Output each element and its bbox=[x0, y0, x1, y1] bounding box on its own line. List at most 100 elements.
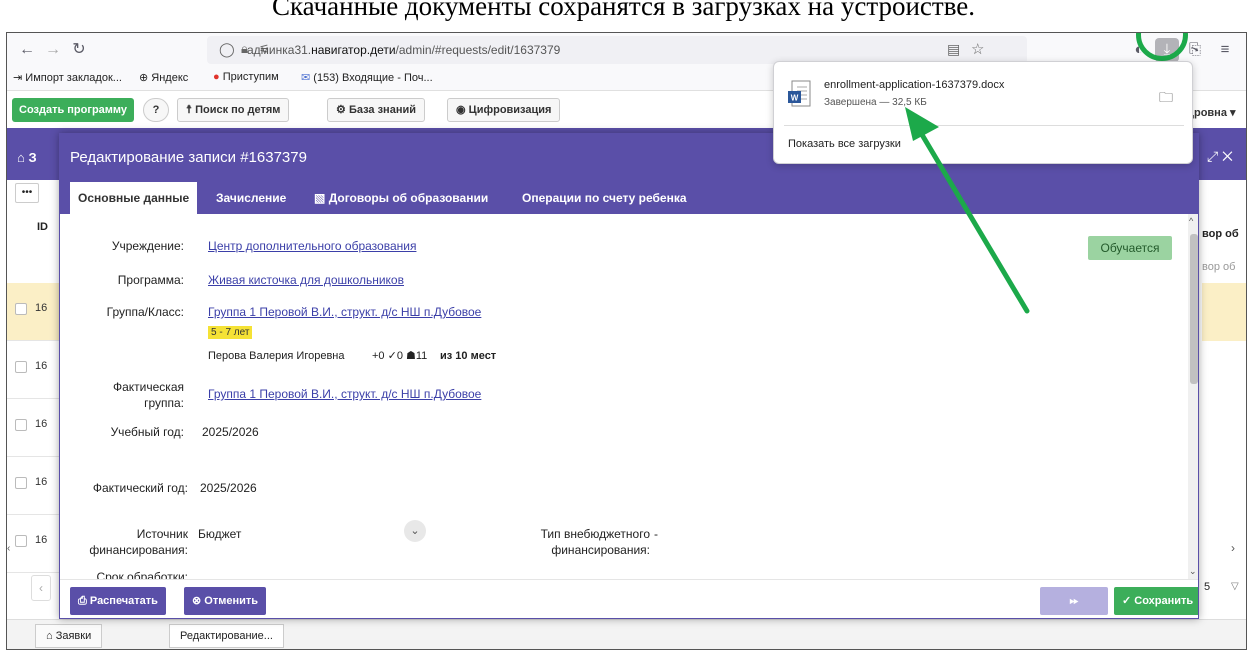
id-column-header: ID bbox=[37, 221, 48, 233]
contract-column-header: вор об bbox=[1202, 228, 1239, 240]
knowledge-base-button[interactable]: ⚙ База знаний bbox=[327, 98, 425, 122]
editing-tab[interactable]: Редактирование... bbox=[169, 624, 284, 648]
bottom-taskbar: ⌂ Заявки Редактирование... bbox=[7, 619, 1246, 649]
table-row[interactable]: 16 bbox=[7, 457, 67, 515]
shield-icon: ◯ bbox=[219, 41, 235, 57]
row-id: 16 bbox=[35, 418, 48, 430]
table-row[interactable]: 16 bbox=[7, 283, 67, 341]
bookmark-mail[interactable]: ✉ (153) Входящие - Поч... bbox=[301, 71, 433, 84]
search-children-button[interactable]: ☨ Поиск по детям bbox=[177, 98, 290, 122]
background-page-title: ⌂ З bbox=[17, 150, 37, 165]
pdf-icon: ▧ bbox=[314, 191, 326, 205]
group-link[interactable]: Группа 1 Перовой В.И., структ. д/с НШ п.… bbox=[208, 304, 481, 320]
printer-icon: ⎙ bbox=[78, 595, 87, 607]
downloads-divider bbox=[784, 125, 1184, 126]
digitalization-button[interactable]: ◉ Цифровизация bbox=[447, 98, 561, 122]
actual-group-label: Фактическая группа: bbox=[113, 380, 184, 410]
actual-group-link[interactable]: Группа 1 Перовой В.И., структ. д/с НШ п.… bbox=[208, 386, 481, 402]
knowledge-icon: ⚙ bbox=[336, 104, 346, 116]
funding-dropdown-icon[interactable]: ⌄ bbox=[404, 520, 426, 542]
tab-account-operations[interactable]: Операции по счету ребенка bbox=[514, 182, 695, 214]
table-row[interactable]: 16 bbox=[7, 341, 67, 399]
person-icon: ☨ bbox=[186, 104, 192, 116]
row-checkbox[interactable] bbox=[15, 419, 27, 431]
reader-view-icon[interactable]: ▤ bbox=[947, 41, 960, 58]
create-program-button[interactable]: Создать программу bbox=[12, 98, 135, 122]
study-year-value: 2025/2026 bbox=[202, 425, 259, 439]
cancel-button[interactable]: ⊗ Отменить bbox=[184, 587, 267, 615]
tab-main-data[interactable]: Основные данные bbox=[70, 182, 198, 214]
program-link[interactable]: Живая кисточка для дошкольников bbox=[208, 272, 404, 288]
next-step-button[interactable]: ⏩︎ bbox=[1040, 587, 1108, 615]
extra-funding-label: Тип внебюджетного финансирования: bbox=[540, 527, 650, 557]
word-document-icon: W bbox=[788, 80, 811, 107]
processing-label: Срок обработки: bbox=[96, 570, 188, 579]
row-checkbox[interactable] bbox=[15, 303, 27, 315]
row-checkbox[interactable] bbox=[15, 361, 27, 373]
group-label: Группа/Класс: bbox=[106, 305, 184, 319]
requests-tab[interactable]: ⌂ Заявки bbox=[35, 624, 103, 648]
tab-contracts[interactable]: ▧ Договоры об образовании bbox=[306, 182, 496, 214]
downloads-panel: W enrollment-application-1637379.docx За… bbox=[773, 61, 1193, 164]
folder-icon[interactable]: 🗀 bbox=[1159, 87, 1173, 111]
scroll-right-icon[interactable]: › bbox=[1231, 541, 1235, 555]
row-id: 16 bbox=[35, 476, 48, 488]
row-id: 16 bbox=[35, 360, 48, 372]
svg-text:W: W bbox=[791, 94, 799, 103]
institution-label: Учреждение: bbox=[111, 239, 184, 253]
status-badge[interactable]: Обучается bbox=[1088, 236, 1172, 260]
row-id: 16 bbox=[35, 534, 48, 546]
contract-column-filter[interactable]: вор об bbox=[1202, 261, 1235, 273]
check-icon: ✓ bbox=[1122, 595, 1132, 607]
help-button[interactable]: ? bbox=[143, 98, 169, 122]
bookmark-import[interactable]: ⇥ Импорт закладок... bbox=[13, 71, 122, 84]
reload-icon[interactable]: ↻ bbox=[67, 38, 91, 62]
table-row[interactable]: 16 bbox=[7, 399, 67, 457]
modal-footer: ⎙ Распечатать ⊗ Отменить ⏩︎ ✓ Сохранить bbox=[60, 579, 1198, 618]
edit-record-modal: Редактирование записи #1637379 Основные … bbox=[59, 133, 1199, 619]
fast-forward-icon: ⏩︎ bbox=[1069, 595, 1079, 607]
bookmark-star-icon[interactable]: ☆ bbox=[971, 40, 984, 58]
extra-funding-value: - bbox=[654, 527, 658, 541]
bookmark-yandex[interactable]: ⊕ Яндекс bbox=[139, 71, 188, 84]
menu-icon[interactable]: ≡ bbox=[1213, 38, 1237, 62]
page-number[interactable]: 5 bbox=[1204, 581, 1210, 593]
group-stats: +0 ✓0 ☗11 bbox=[372, 350, 428, 362]
actual-year-label: Фактический год: bbox=[92, 481, 188, 495]
row-checkbox[interactable] bbox=[15, 477, 27, 489]
download-file-name[interactable]: enrollment-application-1637379.docx bbox=[824, 79, 1004, 91]
prev-page-button[interactable]: ‹ bbox=[31, 575, 51, 601]
program-label: Программа: bbox=[117, 273, 184, 287]
page-size-dropdown-icon[interactable]: ▽ bbox=[1231, 581, 1239, 592]
actual-year-value: 2025/2026 bbox=[200, 481, 257, 495]
teacher-name: Перова Валерия Игоревна bbox=[208, 350, 345, 362]
modal-title: Редактирование записи #1637379 bbox=[70, 149, 307, 166]
save-button[interactable]: ✓ Сохранить bbox=[1114, 587, 1198, 615]
download-status: Завершена — 32,5 КБ bbox=[824, 97, 927, 108]
user-menu[interactable]: дровна ▾ bbox=[1187, 106, 1236, 119]
modal-scrollbar-thumb[interactable] bbox=[1190, 234, 1198, 384]
row-id: 16 bbox=[35, 302, 48, 314]
browser-window: ← → ↻ ◯ 🔒︎ ⚟ ▤ ☆ админка31.навигатор.дет… bbox=[6, 32, 1247, 650]
funding-value[interactable]: Бюджет bbox=[198, 526, 241, 542]
institution-link[interactable]: Центр дополнительного образования bbox=[208, 238, 416, 254]
more-options-icon[interactable]: ••• bbox=[15, 183, 39, 203]
forward-icon[interactable]: → bbox=[41, 38, 65, 62]
back-icon[interactable]: ← bbox=[15, 38, 39, 62]
tab-enrollment[interactable]: Зачисление bbox=[208, 182, 294, 214]
print-button[interactable]: ⎙ Распечатать bbox=[70, 587, 166, 615]
modal-body: Учреждение: Центр дополнительного образо… bbox=[60, 214, 1188, 579]
group-seats: из 10 мест bbox=[440, 350, 497, 362]
scroll-down-icon[interactable]: ⌄ bbox=[1189, 566, 1197, 577]
background-close-icon[interactable]: ⤢ ✕ bbox=[1207, 148, 1233, 165]
funding-label: Источник финансирования: bbox=[89, 527, 188, 557]
scroll-up-icon[interactable]: ^ bbox=[1189, 216, 1193, 226]
digitalization-icon: ◉ bbox=[456, 104, 466, 116]
bookmark-start[interactable]: ● Приступим bbox=[213, 71, 279, 83]
modal-tabs: Основные данные Зачисление ▧ Договоры об… bbox=[60, 182, 1198, 214]
instruction-caption: Скачанные документы сохранятся в загрузк… bbox=[271, 0, 976, 21]
highlighted-row-end bbox=[1202, 283, 1246, 341]
address-text: админка31.навигатор.дети/admin/#requests… bbox=[247, 43, 561, 57]
show-all-downloads-link[interactable]: Показать все загрузки bbox=[788, 138, 901, 150]
scroll-left-icon[interactable]: ‹ bbox=[7, 543, 17, 557]
